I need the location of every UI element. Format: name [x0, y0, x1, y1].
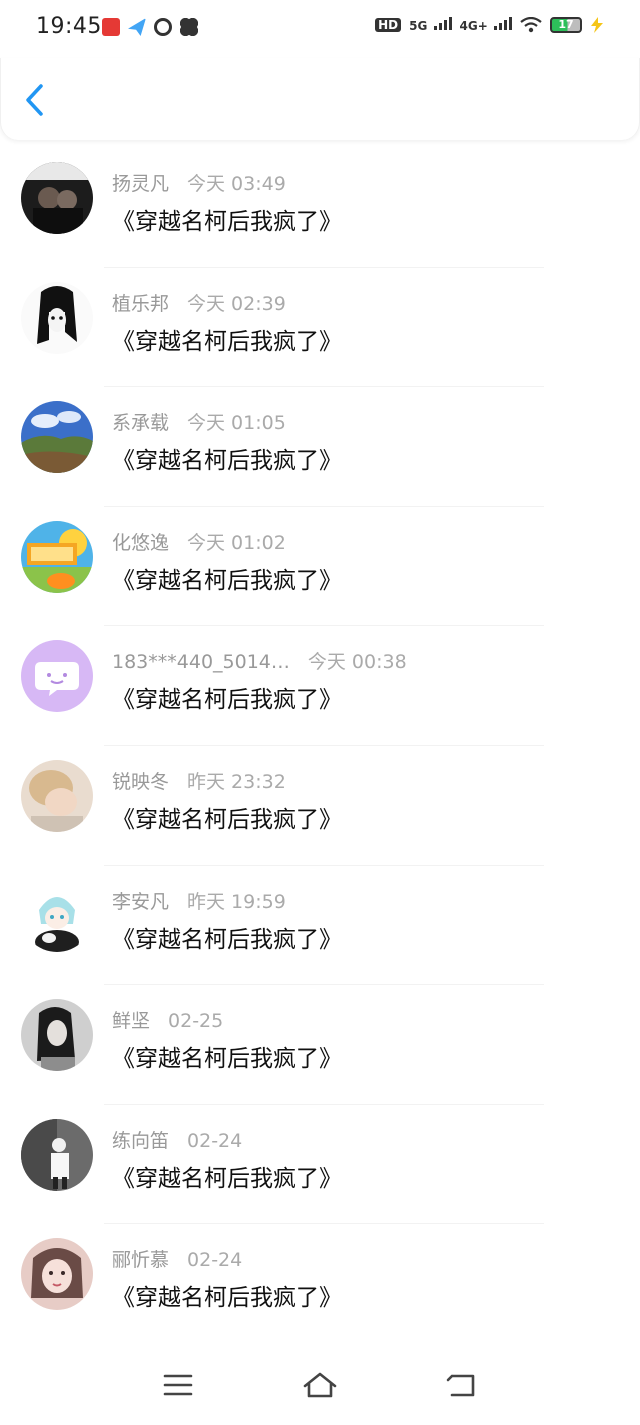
- petal-app-icon: [180, 18, 198, 36]
- ring-app-icon: [154, 18, 172, 36]
- sender-name: 锐映冬: [112, 770, 170, 793]
- sender-meta: 鲜坚 02-25: [112, 1006, 223, 1033]
- sender-meta: 植乐邦 今天 02:39: [112, 289, 286, 316]
- message-time: 今天 03:49: [187, 173, 286, 195]
- system-nav-bar: [0, 1345, 640, 1425]
- message-text: 《穿越名柯后我疯了》: [112, 448, 342, 475]
- network-5g: 5G: [409, 16, 452, 33]
- message-row[interactable]: 扬灵凡 今天 03:49 《穿越名柯后我疯了》: [0, 148, 640, 268]
- sender-name: 鲜坚: [112, 1010, 151, 1033]
- blue-app-icon: [128, 18, 146, 36]
- message-time: 02-25: [168, 1010, 224, 1033]
- sender-name: 植乐邦: [112, 292, 170, 315]
- message-row[interactable]: 练向笛 02-24 《穿越名柯后我疯了》: [0, 1105, 640, 1225]
- message-time: 今天 00:38: [307, 651, 407, 674]
- sender-name: 练向笛: [112, 1129, 170, 1152]
- avatar: [21, 759, 93, 832]
- avatar: [21, 640, 93, 713]
- avatar: [21, 401, 93, 474]
- message-time: 02-24: [187, 1249, 243, 1272]
- chevron-left-icon: [26, 84, 43, 116]
- message-text: 《穿越名柯后我疯了》: [112, 209, 342, 235]
- wifi-icon: [520, 16, 542, 32]
- sender-meta: 系承载 今天 01:05: [112, 408, 286, 435]
- back-button[interactable]: [19, 82, 51, 118]
- message-row[interactable]: 183***440_5014… 今天 00:38 《穿越名柯后我疯了》: [0, 626, 640, 746]
- message-text: 《穿越名柯后我疯了》: [112, 687, 342, 714]
- avatar: [21, 999, 93, 1072]
- sender-meta: 锐映冬 昨天 23:32: [112, 767, 286, 794]
- message-time: 今天 01:02: [187, 531, 286, 554]
- status-time: 19:45: [36, 14, 102, 39]
- back-icon: [446, 1374, 475, 1397]
- sender-name: 李安凡: [112, 890, 170, 913]
- home-button[interactable]: [302, 1369, 338, 1401]
- battery-indicator: 17: [550, 16, 582, 33]
- sender-meta: 化悠逸 今天 01:02: [112, 528, 286, 555]
- menu-button[interactable]: [160, 1369, 196, 1401]
- message-text: 《穿越名柯后我疯了》: [112, 1165, 342, 1192]
- avatar: [21, 520, 93, 593]
- sender-meta: 183***440_5014… 今天 00:38: [112, 647, 407, 674]
- system-back-button[interactable]: [444, 1369, 480, 1401]
- avatar: [21, 281, 93, 354]
- message-row[interactable]: 郦忻慕 02-24 《穿越名柯后我疯了》: [0, 1224, 640, 1344]
- message-text: 《穿越名柯后我疯了》: [112, 806, 342, 833]
- message-time: 昨天 23:32: [187, 770, 286, 793]
- message-row[interactable]: 化悠逸 今天 01:02 《穿越名柯后我疯了》: [0, 507, 640, 627]
- avatar: [21, 1118, 93, 1191]
- message-list: 扬灵凡 今天 03:49 《穿越名柯后我疯了》 植乐邦 今天 02:39 《穿越名柯…: [0, 148, 640, 1344]
- message-text: 《穿越名柯后我疯了》: [112, 328, 342, 355]
- sender-meta: 郦忻慕 02-24: [112, 1245, 242, 1272]
- signal-4g-icon: [494, 16, 512, 30]
- message-row[interactable]: 李安凡 昨天 19:59 《穿越名柯后我疯了》: [0, 866, 640, 986]
- message-row[interactable]: 系承载 今天 01:05 《穿越名柯后我疯了》: [0, 387, 640, 507]
- message-text: 《穿越名柯后我疯了》: [112, 1285, 342, 1312]
- status-bar: 19:45 HD 5G 4G+ 17: [0, 0, 640, 58]
- sender-name: 郦忻慕: [112, 1249, 170, 1272]
- signal-5g-icon: [433, 16, 452, 30]
- message-text: 《穿越名柯后我疯了》: [112, 567, 342, 594]
- charging-icon: [591, 16, 603, 33]
- menu-icon: [163, 1374, 193, 1396]
- status-indicators: HD 5G 4G+ 17: [375, 16, 604, 33]
- hd-badge: HD: [375, 17, 402, 32]
- message-row[interactable]: 鲜坚 02-25 《穿越名柯后我疯了》: [0, 985, 640, 1105]
- home-icon: [303, 1372, 337, 1398]
- sender-name: 183***440_5014…: [112, 651, 290, 674]
- message-time: 今天 01:05: [187, 412, 286, 435]
- message-text: 《穿越名柯后我疯了》: [112, 926, 342, 953]
- avatar: [21, 162, 93, 234]
- avatar: [21, 879, 93, 952]
- avatar: [21, 1238, 93, 1311]
- network-4g: 4G+: [460, 16, 512, 33]
- sender-name: 系承载: [112, 412, 170, 435]
- status-app-icons: [102, 18, 198, 36]
- sender-name: 扬灵凡: [112, 173, 170, 195]
- sender-name: 化悠逸: [112, 531, 170, 554]
- sender-meta: 李安凡 昨天 19:59: [112, 887, 286, 914]
- sender-meta: 练向笛 02-24: [112, 1126, 242, 1153]
- message-row[interactable]: 锐映冬 昨天 23:32 《穿越名柯后我疯了》: [0, 746, 640, 866]
- top-header: [0, 58, 640, 140]
- sender-meta: 扬灵凡 今天 03:49: [112, 169, 286, 196]
- red-app-icon: [102, 18, 120, 36]
- message-time: 今天 02:39: [187, 292, 286, 315]
- message-text: 《穿越名柯后我疯了》: [112, 1046, 342, 1073]
- message-time: 昨天 19:59: [187, 890, 286, 913]
- message-time: 02-24: [187, 1129, 243, 1152]
- message-row[interactable]: 植乐邦 今天 02:39 《穿越名柯后我疯了》: [0, 268, 640, 388]
